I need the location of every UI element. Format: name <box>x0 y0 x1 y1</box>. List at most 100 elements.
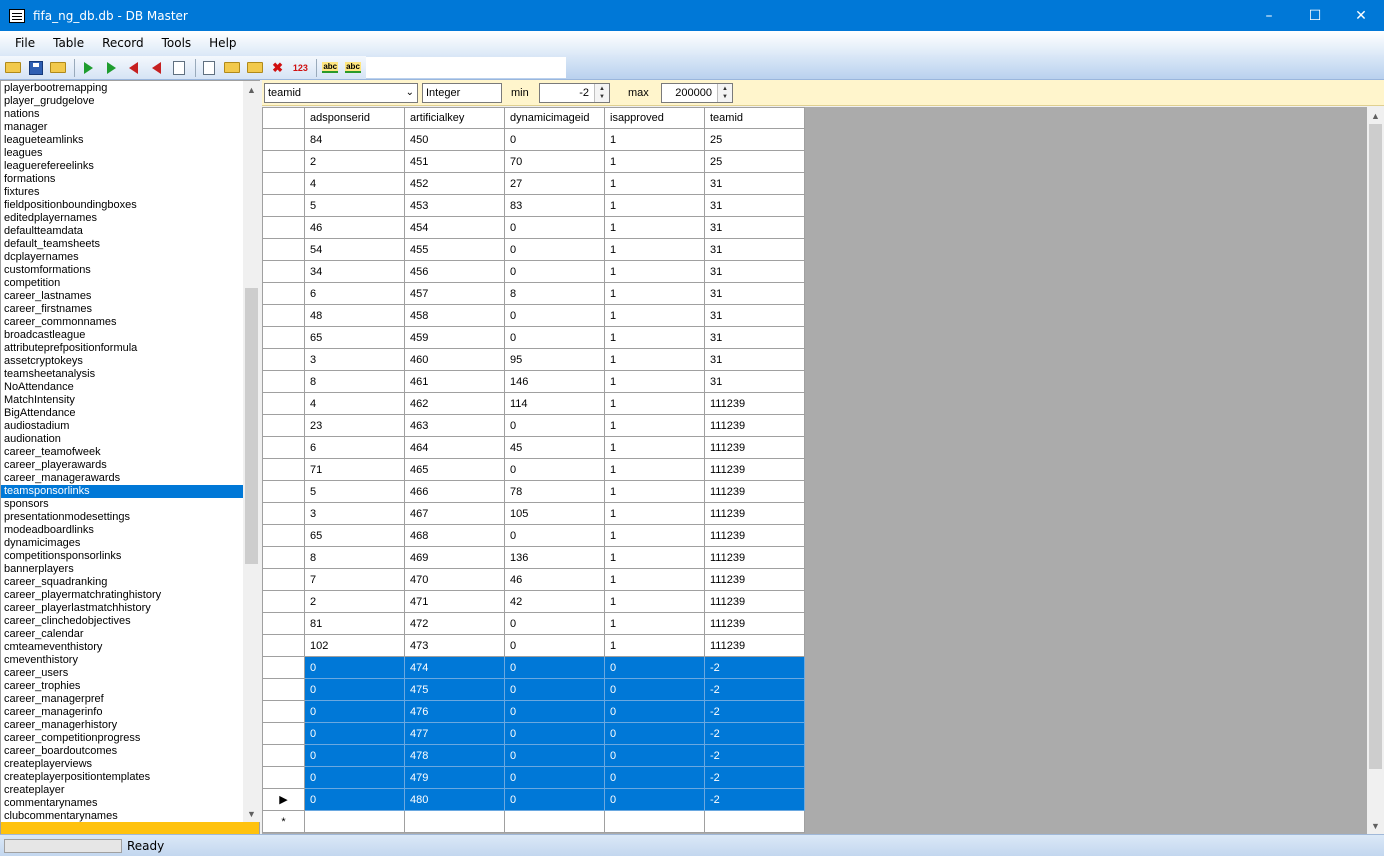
cell-adsponserid[interactable]: 2 <box>304 590 405 613</box>
export-all-icon[interactable] <box>147 58 167 78</box>
cell-adsponserid[interactable]: 5 <box>304 480 405 503</box>
new-cell[interactable] <box>504 810 605 833</box>
cell-adsponserid[interactable]: 2 <box>304 150 405 173</box>
table-list-item[interactable]: player_grudgelove <box>1 95 243 108</box>
filter-type-field[interactable]: Integer <box>422 83 502 103</box>
cell-dynamicimageid[interactable]: 114 <box>504 392 605 415</box>
row-header[interactable] <box>262 590 305 613</box>
cell-teamid[interactable]: 31 <box>704 260 805 283</box>
table-list-item[interactable]: career_squadranking <box>1 576 243 589</box>
cell-artificialkey[interactable]: 480 <box>404 788 505 811</box>
save-disk-icon[interactable] <box>26 58 46 78</box>
table-list-item[interactable]: defaultteamdata <box>1 225 243 238</box>
cell-artificialkey[interactable]: 456 <box>404 260 505 283</box>
cell-artificialkey[interactable]: 457 <box>404 282 505 305</box>
cell-dynamicimageid[interactable]: 0 <box>504 326 605 349</box>
cell-teamid[interactable]: 25 <box>704 150 805 173</box>
stepper-up-icon[interactable]: ▲ <box>722 85 728 93</box>
cell-adsponserid[interactable]: 0 <box>304 678 405 701</box>
cell-artificialkey[interactable]: 472 <box>404 612 505 635</box>
table-row[interactable]: 6 464 45 1 111239 <box>262 436 805 459</box>
cell-dynamicimageid[interactable]: 95 <box>504 348 605 371</box>
cell-teamid[interactable]: 31 <box>704 304 805 327</box>
cell-dynamicimageid[interactable]: 0 <box>504 238 605 261</box>
cell-isapproved[interactable]: 1 <box>604 436 705 459</box>
column-header-teamid[interactable]: teamid <box>704 107 805 129</box>
table-list-item[interactable]: audionation <box>1 433 243 446</box>
stepper-up-icon[interactable]: ▲ <box>599 85 605 93</box>
cell-isapproved[interactable]: 0 <box>604 744 705 767</box>
cell-artificialkey[interactable]: 465 <box>404 458 505 481</box>
table-row[interactable]: 0 476 0 0 -2 <box>262 700 805 723</box>
table-row[interactable]: 0 475 0 0 -2 <box>262 678 805 701</box>
open-file-icon[interactable] <box>49 58 69 78</box>
cell-isapproved[interactable]: 1 <box>604 348 705 371</box>
row-header[interactable] <box>262 436 305 459</box>
cell-adsponserid[interactable]: 102 <box>304 634 405 657</box>
row-header[interactable] <box>262 260 305 283</box>
cell-adsponserid[interactable]: 65 <box>304 524 405 547</box>
table-list-item[interactable]: career_managerhistory <box>1 719 243 732</box>
table-list-item[interactable]: playerbootremapping <box>1 82 243 95</box>
table-list-item[interactable]: dynamicimages <box>1 537 243 550</box>
cell-artificialkey[interactable]: 454 <box>404 216 505 239</box>
row-header[interactable] <box>262 128 305 151</box>
cell-teamid[interactable]: 111239 <box>704 414 805 437</box>
cell-adsponserid[interactable]: 65 <box>304 326 405 349</box>
cell-dynamicimageid[interactable]: 0 <box>504 700 605 723</box>
cell-teamid[interactable]: 111239 <box>704 612 805 635</box>
paste-icon[interactable] <box>222 58 242 78</box>
cell-artificialkey[interactable]: 461 <box>404 370 505 393</box>
min-stepper-buttons[interactable]: ▲ ▼ <box>594 84 609 102</box>
table-list-item[interactable]: career_boardoutcomes <box>1 745 243 758</box>
table-list-item[interactable]: career_managerawards <box>1 472 243 485</box>
delete-icon[interactable]: ✖ <box>268 58 288 78</box>
number-format-icon[interactable]: 123 <box>291 58 311 78</box>
table-list-item[interactable]: competitionsponsorlinks <box>1 550 243 563</box>
table-list-item[interactable]: audiostadium <box>1 420 243 433</box>
cell-teamid[interactable]: 25 <box>704 128 805 151</box>
cell-dynamicimageid[interactable]: 0 <box>504 414 605 437</box>
scroll-down-icon[interactable]: ▼ <box>243 805 260 822</box>
cell-teamid[interactable]: -2 <box>704 788 805 811</box>
table-row[interactable]: 48 458 0 1 31 <box>262 304 805 327</box>
cell-isapproved[interactable]: 1 <box>604 216 705 239</box>
row-header[interactable] <box>262 634 305 657</box>
cell-dynamicimageid[interactable]: 0 <box>504 788 605 811</box>
cell-dynamicimageid[interactable]: 0 <box>504 260 605 283</box>
row-header[interactable] <box>262 502 305 525</box>
table-list-item[interactable]: career_teamofweek <box>1 446 243 459</box>
data-grid[interactable]: adsponserid artificialkey dynamicimageid… <box>262 107 805 833</box>
cell-isapproved[interactable]: 1 <box>604 282 705 305</box>
cell-dynamicimageid[interactable]: 0 <box>504 216 605 239</box>
cell-adsponserid[interactable]: 3 <box>304 348 405 371</box>
import-all-icon[interactable] <box>101 58 121 78</box>
row-header[interactable] <box>262 238 305 261</box>
table-list-item[interactable]: career_playerlastmatchhistory <box>1 602 243 615</box>
cell-isapproved[interactable]: 1 <box>604 194 705 217</box>
table-list-item[interactable]: career_lastnames <box>1 290 243 303</box>
cell-dynamicimageid[interactable]: 45 <box>504 436 605 459</box>
table-list-item[interactable]: broadcastleague <box>1 329 243 342</box>
cell-adsponserid[interactable]: 0 <box>304 722 405 745</box>
cell-adsponserid[interactable]: 6 <box>304 436 405 459</box>
spellcheck-icon[interactable]: abc <box>320 58 340 78</box>
table-list-item[interactable]: MatchIntensity <box>1 394 243 407</box>
table-list-item[interactable]: commentarynames <box>1 797 243 810</box>
table-list-item[interactable]: createplayerpositiontemplates <box>1 771 243 784</box>
table-list-item[interactable]: career_playerawards <box>1 459 243 472</box>
maximize-button[interactable]: ☐ <box>1292 0 1338 31</box>
min-stepper[interactable]: -2 ▲ ▼ <box>539 83 610 103</box>
cell-teamid[interactable]: 31 <box>704 370 805 393</box>
table-list-item[interactable]: career_managerinfo <box>1 706 243 719</box>
table-list-item[interactable]: sponsors <box>1 498 243 511</box>
stepper-down-icon[interactable]: ▼ <box>722 93 728 101</box>
table-list-item[interactable]: BigAttendance <box>1 407 243 420</box>
cell-teamid[interactable]: 111239 <box>704 634 805 657</box>
table-row[interactable]: 23 463 0 1 111239 <box>262 414 805 437</box>
table-list-item[interactable]: cmeventhistory <box>1 654 243 667</box>
cell-teamid[interactable]: 111239 <box>704 524 805 547</box>
cell-artificialkey[interactable]: 458 <box>404 304 505 327</box>
cell-dynamicimageid[interactable]: 46 <box>504 568 605 591</box>
cell-artificialkey[interactable]: 476 <box>404 700 505 723</box>
